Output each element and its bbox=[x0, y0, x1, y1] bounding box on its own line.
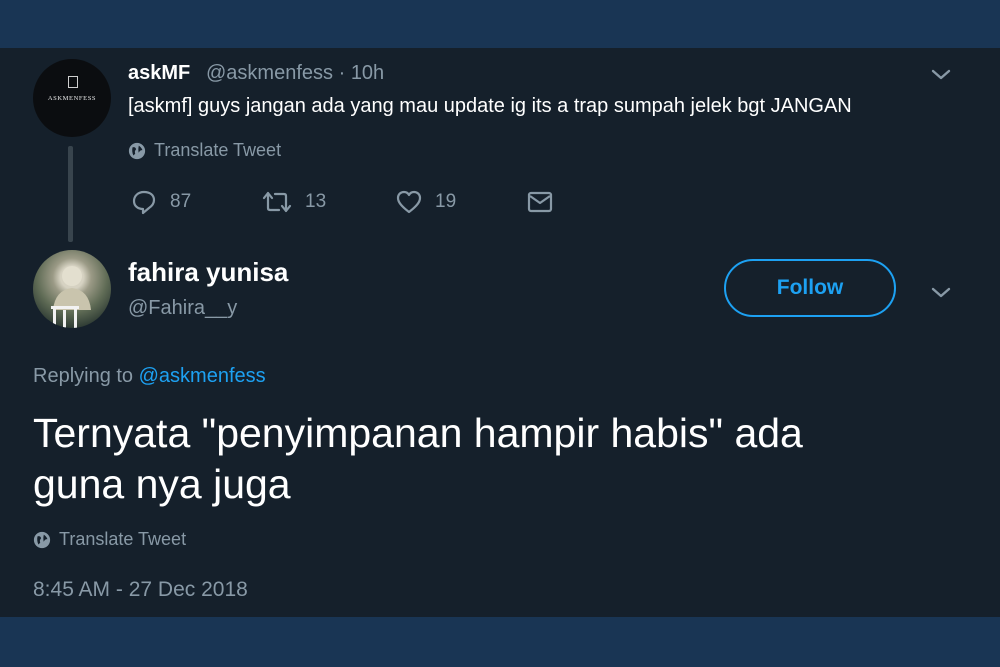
main-translate-label: Translate Tweet bbox=[59, 529, 187, 549]
avatar-photo bbox=[51, 266, 91, 328]
main-translate-link[interactable]: Translate Tweet bbox=[33, 529, 186, 550]
retweet-count: 13 bbox=[305, 191, 327, 212]
globe-icon bbox=[33, 531, 51, 548]
replying-to: Replying to @askmenfess bbox=[33, 365, 266, 388]
retweet-button[interactable]: 13 bbox=[261, 188, 326, 216]
fahira-avatar[interactable] bbox=[33, 250, 111, 328]
main-tweet-text: Ternyata "penyimpanan hampir habis" ada … bbox=[33, 408, 933, 510]
mail-icon bbox=[527, 191, 553, 213]
top-band bbox=[0, 0, 1000, 48]
main-author-handle[interactable]: @Fahira__y bbox=[128, 297, 237, 320]
heart-icon bbox=[396, 190, 422, 214]
reply-count: 87 bbox=[170, 191, 192, 212]
parent-author-name[interactable]: askMF bbox=[128, 62, 190, 85]
replying-mention-link[interactable]: @askmenfess bbox=[139, 365, 266, 387]
like-button[interactable]: 19 bbox=[395, 188, 456, 216]
main-tweet-text-line1: Ternyata "penyimpanan hampir habis" ada bbox=[33, 410, 803, 456]
parent-tweet-text: [askmf] guys jangan ada yang mau update … bbox=[128, 95, 852, 117]
main-tweet-text-line2: guna nya juga bbox=[33, 461, 291, 507]
logo-text: ASKMENFESS bbox=[47, 95, 97, 102]
retweet-icon bbox=[262, 191, 292, 213]
parent-time[interactable]: 10h bbox=[351, 62, 384, 84]
follow-button[interactable]: Follow bbox=[724, 259, 896, 317]
tweet-timestamp[interactable]: 8:45 AM - 27 Dec 2018 bbox=[33, 578, 248, 602]
logo-mark bbox=[68, 76, 78, 88]
thread-line bbox=[68, 146, 73, 242]
askmf-avatar[interactable]: ASKMENFESS bbox=[33, 59, 111, 137]
chevron-down-icon[interactable] bbox=[930, 282, 952, 302]
main-author-name[interactable]: fahira yunisa bbox=[128, 257, 288, 288]
direct-message-button[interactable] bbox=[526, 188, 566, 216]
like-count: 19 bbox=[435, 191, 457, 212]
meta-separator: · bbox=[338, 62, 346, 84]
parent-translate-link[interactable]: Translate Tweet bbox=[128, 140, 281, 161]
reply-icon bbox=[132, 190, 156, 215]
parent-translate-label: Translate Tweet bbox=[154, 140, 282, 160]
parent-meta: @askmenfess · 10h bbox=[206, 62, 384, 85]
bottom-band bbox=[0, 617, 1000, 667]
parent-handle[interactable]: @askmenfess bbox=[206, 62, 333, 84]
reply-button[interactable]: 87 bbox=[130, 188, 191, 216]
replying-prefix: Replying to bbox=[33, 365, 134, 387]
globe-icon bbox=[128, 142, 146, 159]
chevron-down-icon[interactable] bbox=[930, 64, 952, 84]
